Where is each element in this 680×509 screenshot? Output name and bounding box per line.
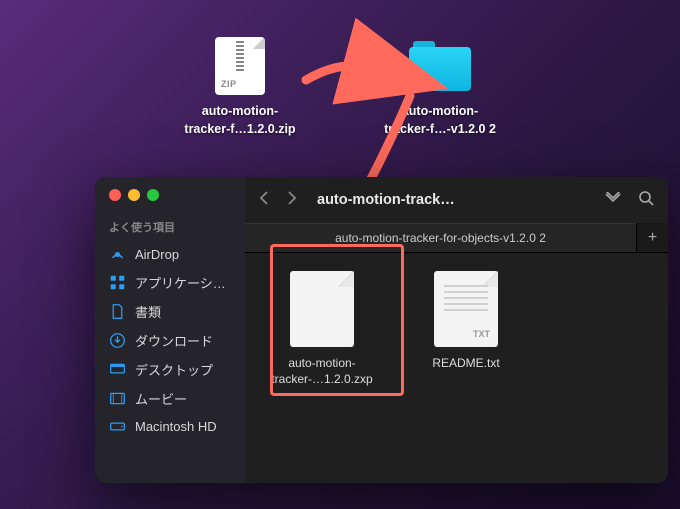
finder-content[interactable]: auto-motion-tracker-…1.2.0.zxp TXT README.… [245,253,668,483]
download-icon [109,332,126,349]
desktop-folder-label: auto-motion-tracker-f…-v1.2.0 2 [384,103,496,138]
window-title: auto-motion-track… [309,192,592,208]
finder-main: auto-motion-track… auto-motion-tracker-f… [245,177,668,483]
airdrop-icon [109,246,126,263]
file-label: README.txt [432,355,499,371]
file-item[interactable]: TXT README.txt [411,271,521,371]
new-tab-button[interactable]: + [636,223,668,252]
doc-icon [109,303,126,320]
more-button[interactable] [604,191,622,209]
finder-toolbar: auto-motion-track… [245,177,668,223]
finder-tab[interactable]: auto-motion-tracker-for-objects-v1.2.0 2 [245,223,636,252]
sidebar-item-download[interactable]: ダウンロード [95,326,245,355]
sidebar-item-label: ムービー [135,389,187,408]
finder-sidebar: よく使う項目 AirDrop アプリケーシ… 書類ダウンロードデスクトップムービー M… [95,177,245,483]
finder-tabbar: auto-motion-tracker-for-objects-v1.2.0 2… [245,223,668,253]
file-label: auto-motion-tracker-…1.2.0.zxp [271,355,372,387]
sidebar-item-label: AirDrop [135,247,179,262]
apps-icon [109,274,126,291]
sidebar-item-airdrop[interactable]: AirDrop [95,241,245,268]
desktop-file-label: auto-motion-tracker-f…1.2.0.zip [184,103,295,138]
search-button[interactable] [638,190,654,211]
finder-window: よく使う項目 AirDrop アプリケーシ… 書類ダウンロードデスクトップムービー M… [95,177,668,483]
file-item[interactable]: auto-motion-tracker-…1.2.0.zxp [267,271,377,387]
desktop-folder[interactable]: auto-motion-tracker-f…-v1.2.0 2 [370,35,510,138]
file-icon [290,271,354,347]
folder-icon [409,41,471,91]
maximize-button[interactable] [147,189,159,201]
minimize-button[interactable] [128,189,140,201]
desktop-file-zip[interactable]: ZIP auto-motion-tracker-f…1.2.0.zip [170,35,310,138]
back-button[interactable] [259,191,269,210]
sidebar-item-label: アプリケーシ… [135,273,226,292]
file-icon: TXT [434,271,498,347]
forward-button[interactable] [287,191,297,210]
sidebar-item-apps[interactable]: アプリケーシ… [95,268,245,297]
zip-icon: ZIP [215,37,265,95]
close-button[interactable] [109,189,121,201]
sidebar-item-label: デスクトップ [135,360,213,379]
sidebar-item-hd[interactable]: Macintosh HD [95,413,245,440]
sidebar-section-title: よく使う項目 [95,215,245,241]
sidebar-item-label: ダウンロード [135,331,213,350]
desktop-icon [109,361,126,378]
sidebar-item-label: Macintosh HD [135,419,217,434]
movie-icon [109,390,126,407]
sidebar-item-doc[interactable]: 書類 [95,297,245,326]
sidebar-item-desktop[interactable]: デスクトップ [95,355,245,384]
hd-icon [109,418,126,435]
sidebar-item-label: 書類 [135,302,161,321]
window-controls [95,189,245,215]
sidebar-item-movie[interactable]: ムービー [95,384,245,413]
